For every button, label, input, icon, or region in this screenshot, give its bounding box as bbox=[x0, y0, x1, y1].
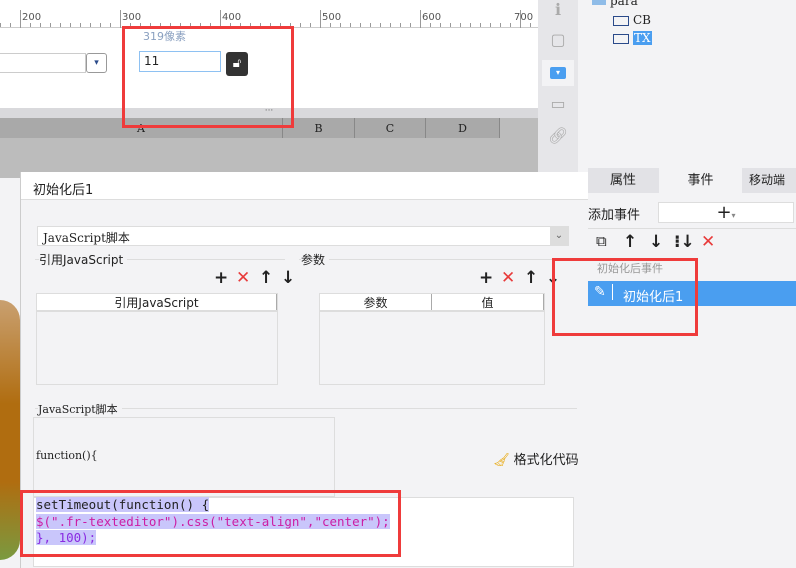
highlight-box bbox=[20, 490, 401, 557]
script-section-label: JavaScript脚本 bbox=[38, 401, 122, 417]
column-header[interactable]: C bbox=[355, 118, 426, 138]
move-up-icon[interactable]: ↑ bbox=[623, 233, 637, 251]
move-bottom-icon[interactable]: ⁝↓ bbox=[674, 233, 695, 251]
column-header[interactable]: 参数 bbox=[320, 294, 432, 310]
params-label: 参数 bbox=[301, 251, 330, 268]
add-ref-icon[interactable]: + bbox=[214, 269, 228, 287]
background-decoration bbox=[0, 300, 20, 560]
delete-param-icon[interactable]: ✕ bbox=[501, 269, 515, 287]
widget-tree: para CB TX bbox=[578, 0, 796, 168]
combobox-widget[interactable] bbox=[0, 53, 86, 73]
link-icon[interactable]: 🔗︎ bbox=[548, 126, 568, 146]
tab-properties[interactable]: 属性 bbox=[588, 168, 658, 193]
top-toolbar bbox=[0, 0, 538, 10]
ruler-label: 700 bbox=[514, 12, 534, 23]
info-icon[interactable]: ℹ bbox=[548, 0, 568, 20]
tree-item-label: TX bbox=[633, 31, 652, 45]
highlight-box bbox=[552, 258, 698, 336]
ref-js-label: 引用JavaScript bbox=[39, 251, 128, 268]
divider bbox=[588, 228, 796, 229]
ruler-label: 500 bbox=[322, 12, 342, 23]
function-header: function(){ bbox=[36, 449, 98, 462]
delete-event-icon[interactable]: ✕ bbox=[701, 233, 715, 251]
ruler-label: 200 bbox=[22, 12, 42, 23]
column-header[interactable]: 引用JavaScript bbox=[37, 294, 277, 310]
add-param-icon[interactable]: + bbox=[479, 269, 493, 287]
folder-icon bbox=[592, 0, 606, 5]
property-tabs: 属性 事件 移动端 bbox=[588, 168, 796, 193]
delete-ref-icon[interactable]: ✕ bbox=[236, 269, 250, 287]
combobox-tool-button[interactable]: ▾ bbox=[542, 60, 574, 86]
script-type-value: JavaScript脚本 bbox=[43, 231, 130, 245]
column-header[interactable]: 值 bbox=[432, 294, 544, 310]
ruler-label: 600 bbox=[422, 12, 442, 23]
tree-item-label: CB bbox=[633, 13, 651, 27]
widget-toolbar: ℹ ▢ ▾ ▭ 🔗︎ bbox=[538, 0, 578, 172]
column-header[interactable]: D bbox=[426, 118, 500, 138]
ref-up-icon[interactable]: ↑ bbox=[259, 269, 273, 287]
highlight-box bbox=[122, 26, 294, 128]
param-up-icon[interactable]: ↑ bbox=[524, 269, 538, 287]
format-code-label: 格式化代码 bbox=[513, 453, 579, 468]
dialog-title: 初始化后1 bbox=[21, 172, 588, 200]
tab-mobile[interactable]: 移动端 bbox=[743, 168, 796, 193]
layout-icon[interactable]: ▭ bbox=[548, 94, 568, 114]
ruler-label: 400 bbox=[222, 12, 242, 23]
plus-icon: + bbox=[716, 202, 732, 223]
tree-item-cb[interactable]: CB bbox=[613, 13, 651, 27]
add-event-label: 添加事件 bbox=[588, 208, 641, 223]
broom-icon: 🧹︎ bbox=[493, 453, 510, 468]
combobox-dropdown-button[interactable]: ▾ bbox=[86, 53, 107, 73]
ref-down-icon[interactable]: ↓ bbox=[281, 269, 295, 287]
tree-root-label: para bbox=[610, 0, 638, 8]
tab-events[interactable]: 事件 bbox=[659, 168, 742, 193]
copy-icon[interactable]: ⧉ bbox=[596, 232, 607, 250]
frame-icon[interactable]: ▢ bbox=[548, 30, 568, 50]
script-type-select[interactable]: JavaScript脚本 ⌄ bbox=[37, 226, 569, 246]
tree-item-tx[interactable]: TX bbox=[613, 31, 652, 45]
ruler-label: 300 bbox=[122, 12, 142, 23]
divider bbox=[299, 259, 587, 260]
chevron-down-icon[interactable]: ⌄ bbox=[550, 227, 568, 245]
ref-js-table: 引用JavaScript bbox=[36, 293, 278, 385]
move-down-icon[interactable]: ↓ bbox=[649, 233, 663, 251]
params-table: 参数值 bbox=[319, 293, 545, 385]
textbox-icon bbox=[613, 33, 629, 44]
combobox-icon bbox=[613, 15, 629, 26]
dropdown-icon: ▾ bbox=[550, 67, 566, 79]
add-event-button[interactable]: +▾ bbox=[658, 202, 794, 223]
format-code-button[interactable]: 🧹︎ 格式化代码 bbox=[493, 449, 579, 468]
tree-root[interactable]: para bbox=[592, 0, 638, 8]
